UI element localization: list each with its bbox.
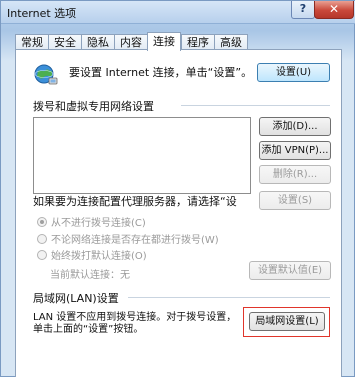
proxy-instructions: 如果要为连接配置代理服务器，请选择“设 [33,195,237,208]
title-bar[interactable]: Internet 选项 ? ✕ [1,1,355,24]
tab-connections[interactable]: 连接 [147,32,181,51]
radio-never-dial[interactable]: 从不进行拨号连接(C) [37,215,146,229]
tab-general[interactable]: 常规 [15,34,48,50]
tab-advanced[interactable]: 高级 [214,34,248,50]
globe-network-icon [34,64,58,85]
help-button[interactable]: ? [291,1,315,19]
connections-panel: 要设置 Internet 连接，单击“设置”。 设置(U) 拨号和虚拟专用网络设… [15,49,342,377]
tab-security[interactable]: 安全 [48,34,81,50]
tab-content[interactable]: 内容 [114,34,147,50]
dialup-group-divider [181,105,330,106]
set-default-button[interactable]: 设置默认值(E) [249,261,331,280]
radio-button[interactable] [37,233,47,244]
tab-privacy[interactable]: 隐私 [81,34,114,50]
setup-button[interactable]: 设置(U) [257,63,330,82]
window-title: Internet 选项 [7,7,77,20]
close-button[interactable]: ✕ [314,1,354,19]
radio-always-dial[interactable]: 始终拨打默认连接(O) [37,248,147,262]
current-default-connection: 当前默认连接：无 [50,270,130,281]
lan-group-divider [128,297,330,298]
remove-button[interactable]: 删除(R)... [259,165,331,184]
add-button[interactable]: 添加(D)... [259,117,331,136]
lan-description: LAN 设置不应用到拨号连接。对于拨号设置，单击上面的“设置”按钮。 [33,312,237,335]
internet-options-window: Internet 选项 ? ✕ 常规 安全 隐私 内容 连接 程序 高级 要设置… [0,0,355,377]
radio-label: 从不进行拨号连接(C) [51,218,146,229]
tab-strip: 常规 安全 隐私 内容 连接 程序 高级 [15,32,248,51]
add-vpn-button[interactable]: 添加 VPN(P)... [259,141,331,160]
setup-instructions: 要设置 Internet 连接，单击“设置”。 [69,66,253,79]
lan-settings-button[interactable]: 局域网设置(L) [249,312,325,331]
tab-programs[interactable]: 程序 [181,34,214,50]
dialup-group-label: 拨号和虚拟专用网络设置 [33,100,154,113]
radio-button[interactable] [37,216,47,227]
lan-group-label: 局域网(LAN)设置 [33,292,119,305]
radio-button[interactable] [37,249,47,260]
radio-label: 始终拨打默认连接(O) [51,251,147,262]
dialup-settings-button[interactable]: 设置(S) [259,191,331,210]
connection-list[interactable] [33,117,251,194]
radio-label: 不论网络连接是否存在都进行拨号(W) [51,235,219,246]
radio-dial-whenever[interactable]: 不论网络连接是否存在都进行拨号(W) [37,232,219,246]
